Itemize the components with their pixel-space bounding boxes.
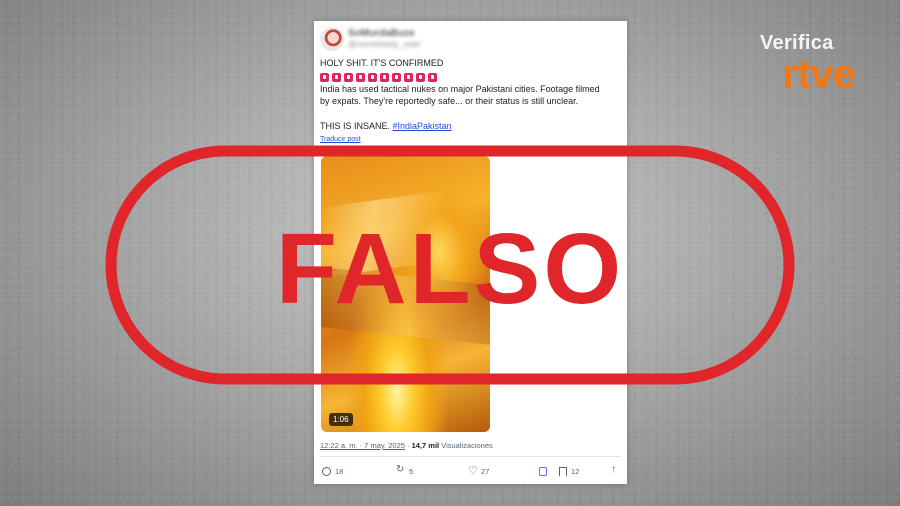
falso-text: FALSO	[276, 213, 624, 325]
falso-stamp: FALSO	[105, 145, 795, 385]
